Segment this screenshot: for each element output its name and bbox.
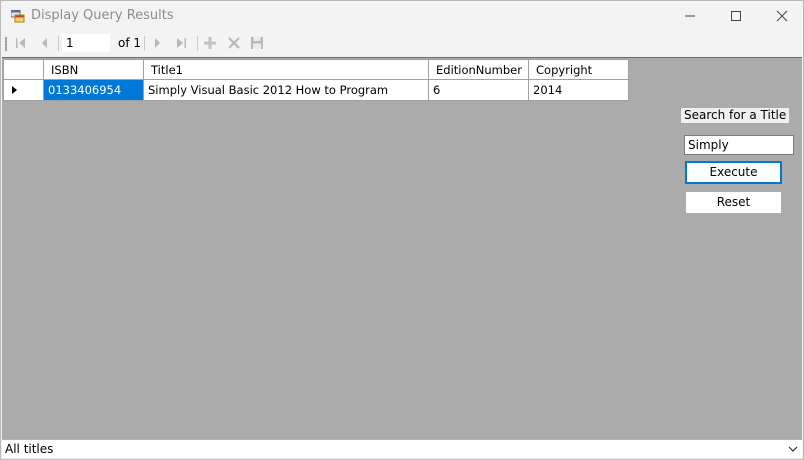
move-next-icon[interactable] (149, 35, 165, 51)
close-icon (776, 10, 788, 22)
add-new-icon[interactable] (202, 35, 218, 51)
cell-isbn[interactable]: 0133406954 (43, 79, 144, 101)
column-header-title[interactable]: Title1 (143, 59, 429, 80)
cell-title[interactable]: Simply Visual Basic 2012 How to Program (143, 79, 429, 101)
position-input[interactable] (62, 34, 110, 52)
results-table: ISBN Title1 EditionNumber Copyright 0133… (3, 59, 629, 101)
reset-button[interactable]: Reset (685, 191, 782, 214)
current-row-arrow-icon (12, 86, 17, 94)
execute-button[interactable]: Execute (685, 161, 782, 184)
move-last-icon[interactable] (173, 35, 189, 51)
execute-button-label: Execute (709, 165, 758, 179)
search-title-input[interactable] (684, 135, 794, 155)
toolbar-separator (58, 36, 59, 51)
maximize-icon (731, 11, 741, 21)
query-select-value: All titles (5, 442, 54, 456)
row-header[interactable] (3, 79, 44, 101)
window-title: Display Query Results (31, 8, 174, 23)
binding-navigator: of 1 (1, 31, 803, 56)
cell-copyright[interactable]: 2014 (528, 79, 629, 101)
close-button[interactable] (759, 1, 803, 31)
title-bar: Display Query Results (1, 1, 803, 31)
corner-header[interactable] (3, 59, 44, 80)
app-window: Display Query Results of 1 (0, 0, 804, 460)
minimize-button[interactable] (667, 1, 713, 31)
move-first-icon[interactable] (13, 35, 29, 51)
query-select[interactable]: All titles (2, 439, 802, 458)
reset-button-label: Reset (716, 195, 751, 209)
column-header-row: ISBN Title1 EditionNumber Copyright (3, 59, 629, 80)
delete-icon[interactable] (226, 35, 242, 51)
cell-edition[interactable]: 6 (428, 79, 529, 101)
toolbar-grip[interactable] (5, 37, 7, 51)
move-previous-icon[interactable] (37, 35, 53, 51)
toolbar-separator (197, 36, 198, 51)
column-header-isbn[interactable]: ISBN (43, 59, 144, 80)
app-form-icon (11, 10, 25, 23)
count-label: of 1 (118, 36, 142, 50)
search-title-label: Search for a Title (681, 108, 790, 123)
maximize-button[interactable] (713, 1, 759, 31)
column-header-edition[interactable]: EditionNumber (428, 59, 529, 80)
minimize-icon (685, 15, 695, 17)
column-header-copyright[interactable]: Copyright (528, 59, 629, 80)
chevron-down-icon[interactable] (788, 445, 798, 453)
save-icon[interactable] (249, 35, 265, 51)
toolbar-separator (144, 36, 145, 51)
table-row[interactable]: 0133406954 Simply Visual Basic 2012 How … (3, 79, 629, 101)
